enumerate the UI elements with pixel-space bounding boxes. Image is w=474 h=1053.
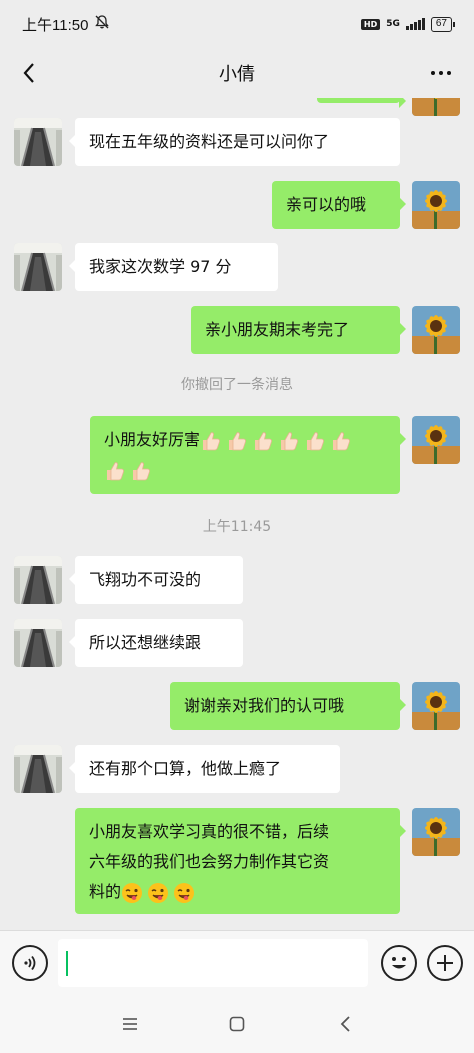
message-bubble[interactable]: 飞翔功不可没的	[69, 556, 243, 604]
message-input[interactable]	[58, 939, 368, 987]
message-text-line: 六年级的我们也会努力制作其它资	[89, 852, 330, 871]
more-button[interactable]	[424, 58, 458, 88]
voice-icon	[24, 955, 36, 971]
back-button[interactable]	[14, 58, 44, 88]
thumbs-up-emoji	[226, 430, 248, 452]
avatar-self[interactable]	[412, 181, 460, 229]
message-text-line: 小朋友喜欢学习真的很不错，后续	[89, 822, 330, 841]
avatar-self[interactable]	[412, 416, 460, 464]
text-cursor	[66, 951, 68, 976]
message-text: 所以还想继续跟	[89, 633, 202, 652]
message-bubble[interactable]: 谢谢亲对我们的认可哦	[170, 682, 406, 730]
recall-notice: 你撤回了一条消息	[181, 377, 293, 393]
avatar-contact[interactable]	[14, 243, 62, 291]
avatar-self[interactable]	[412, 682, 460, 730]
message-text: 现在五年级的资料还是可以问你了	[89, 132, 330, 151]
avatar-contact[interactable]	[14, 556, 62, 604]
menu-icon	[123, 1018, 137, 1030]
winking-tongue-emoji	[121, 882, 143, 904]
emoji-group	[200, 430, 352, 452]
chat-title: 小倩	[219, 64, 255, 85]
plus-button[interactable]	[427, 945, 463, 981]
avatar-self[interactable]	[412, 808, 460, 856]
avatar-contact[interactable]	[14, 118, 62, 166]
message-bubble[interactable]: 我家这次数学 97 分	[69, 243, 278, 291]
bell-off-icon	[94, 14, 110, 34]
message-bubble[interactable]: 所以还想继续跟	[69, 619, 243, 667]
message-text: 亲可以的哦	[286, 195, 367, 214]
avatar-contact[interactable]	[14, 745, 62, 793]
emoji-face-icon	[392, 957, 406, 969]
status-time: 上午11:50	[22, 16, 89, 34]
network-label: 5G	[386, 19, 400, 29]
chat-header: 小倩	[0, 48, 474, 98]
message-text-line-with-emoji: 料的	[89, 877, 386, 907]
status-icons: HD 5G 67	[360, 16, 456, 32]
home-button[interactable]	[222, 1012, 252, 1036]
hd-badge: HD	[360, 18, 381, 30]
message-text: 还有那个口算，他做上瘾了	[89, 759, 282, 778]
thumbs-up-emoji	[278, 430, 300, 452]
message-text: 谢谢亲对我们的认可哦	[184, 696, 345, 715]
home-square-icon	[229, 1016, 245, 1032]
plus-icon	[437, 955, 453, 971]
message-text: 我家这次数学 97 分	[89, 257, 232, 276]
thumbs-up-emoji	[104, 460, 126, 482]
chat-area[interactable]: 现在五年级的资料还是可以问你了 亲可以的哦 我家这次数学 97 分 亲小朋友期末…	[0, 98, 474, 930]
avatar-self[interactable]	[412, 98, 460, 116]
message-text: 飞翔功不可没的	[89, 570, 202, 589]
message-text: 小朋友好厉害	[104, 430, 201, 449]
message-bubble[interactable]: 亲可以的哦	[272, 181, 406, 229]
message-bubble[interactable]: 还有那个口算，他做上瘾了	[69, 745, 340, 793]
voice-button[interactable]	[12, 945, 48, 981]
thumbs-up-emoji	[330, 430, 352, 452]
status-bar: 上午11:50 HD 5G 67	[0, 0, 474, 48]
thumbs-up-emoji	[130, 460, 152, 482]
input-bar	[0, 930, 474, 994]
dot	[431, 71, 435, 75]
menu-button[interactable]	[115, 1012, 145, 1036]
emoji-group	[104, 460, 152, 482]
message-text: 料的	[89, 882, 122, 901]
message-bubble[interactable]: 亲小朋友期末考完了	[191, 306, 406, 354]
nav-back-button[interactable]	[330, 1012, 360, 1036]
avatar-self[interactable]	[412, 306, 460, 354]
system-nav-bar	[0, 994, 474, 1053]
dot	[447, 71, 451, 75]
chevron-left-icon	[23, 63, 34, 83]
thumbs-up-emoji	[304, 430, 326, 452]
message-bubble-partial[interactable]	[317, 98, 406, 108]
battery-icon: 67	[430, 16, 456, 32]
emoji-button[interactable]	[381, 945, 417, 981]
emoji-group	[121, 882, 195, 904]
dot	[439, 71, 443, 75]
message-text: 亲小朋友期末考完了	[205, 320, 350, 339]
back-triangle-icon	[340, 1016, 350, 1032]
message-bubble[interactable]: 现在五年级的资料还是可以问你了	[69, 118, 400, 166]
avatar-contact[interactable]	[14, 619, 62, 667]
message-bubble[interactable]: 小朋友好厉害	[90, 416, 406, 494]
winking-tongue-emoji	[173, 882, 195, 904]
winking-tongue-emoji	[147, 882, 169, 904]
timestamp: 上午11:45	[202, 519, 272, 535]
message-bubble[interactable]: 小朋友喜欢学习真的很不错，后续 六年级的我们也会努力制作其它资 料的	[75, 808, 406, 914]
thumbs-up-emoji	[252, 430, 274, 452]
thumbs-up-emoji	[200, 430, 222, 452]
signal-icon	[405, 18, 425, 30]
